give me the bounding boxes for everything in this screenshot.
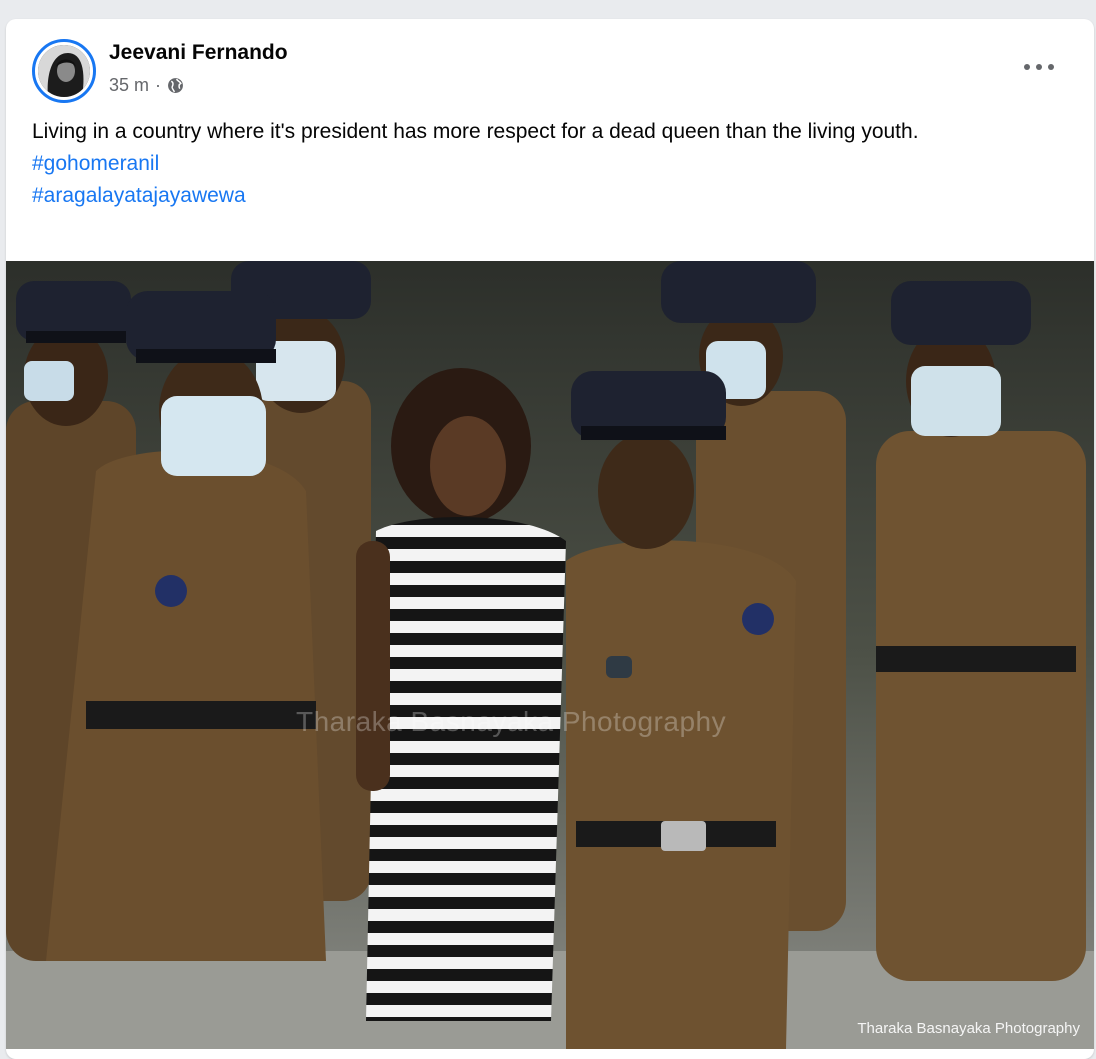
post-photo[interactable]: Tharaka Basnayaka Photography Tharaka Ba… bbox=[6, 261, 1094, 1049]
author-avatar[interactable] bbox=[32, 39, 96, 103]
post-meta: 35 m · bbox=[109, 75, 184, 96]
meta-separator: · bbox=[155, 75, 162, 95]
post-text-block: Living in a country where it's president… bbox=[32, 116, 1042, 212]
avatar-image bbox=[38, 45, 90, 97]
more-dot bbox=[1036, 64, 1042, 70]
author-name[interactable]: Jeevani Fernando bbox=[109, 41, 288, 65]
post-time[interactable]: 35 m bbox=[109, 75, 149, 96]
hashtag-link[interactable]: #gohomeranil bbox=[32, 148, 1042, 180]
post-card: Jeevani Fernando 35 m · Living in a coun… bbox=[6, 19, 1094, 1059]
photo-credit: Tharaka Basnayaka Photography bbox=[857, 1020, 1080, 1037]
globe-icon[interactable] bbox=[167, 77, 184, 94]
more-dot bbox=[1048, 64, 1054, 70]
post-text: Living in a country where it's president… bbox=[32, 120, 919, 143]
post-header: Jeevani Fernando 35 m · bbox=[6, 19, 1094, 109]
more-dot bbox=[1024, 64, 1030, 70]
hashtag-link[interactable]: #aragalayatajayawewa bbox=[32, 180, 1042, 212]
photo-watermark: Tharaka Basnayaka Photography bbox=[296, 706, 727, 737]
more-options-icon[interactable] bbox=[1024, 53, 1054, 81]
